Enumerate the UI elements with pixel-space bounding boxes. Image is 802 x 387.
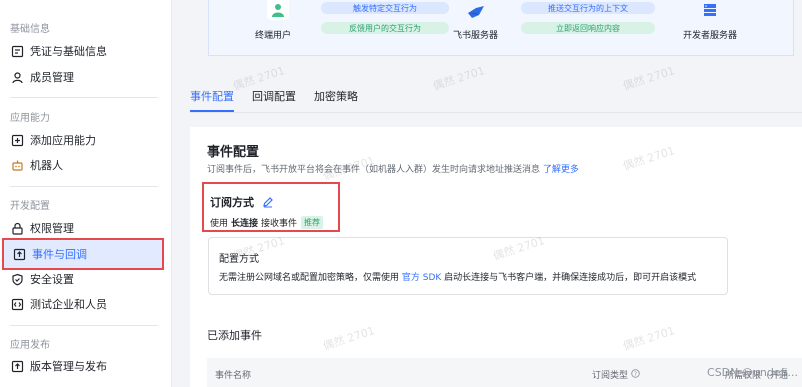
code-icon [10,297,24,311]
arrow-trigger-label: 触发特定交互行为 [321,2,449,14]
sidebar-item-label: 机器人 [30,159,63,172]
section-title-basic: 基础信息 [10,24,50,35]
sub-mode-text: 长连接 [231,219,259,229]
tab-bar: 事件配置 回调配置 加密策略 [190,86,358,112]
arrow-feedback-label: 反馈用户的交互行为 [321,22,449,34]
sidebar-item-credentials[interactable]: 凭证与基础信息 [0,37,172,65]
card-description: 订阅事件后，飞书开放平台将会在事件（如机器人入群）发生时向请求地址推送消息 了解… [207,162,579,175]
watermark: 偶然 2701 [621,64,677,93]
lock-icon [10,221,24,235]
watermark: 偶然 2701 [431,64,487,93]
config-desc-text-1: 无需注册公网域名或配置加密策略，仅需使用 [219,273,400,283]
edit-icon[interactable] [262,193,276,208]
sidebar-item-robot[interactable]: 机器人 [0,151,172,179]
sub-use-text: 使用 [210,219,229,229]
subscription-method-box: 订阅方式 使用 长连接 接收事件 推荐 [202,182,340,232]
learn-more-link[interactable]: 了解更多 [543,165,579,175]
sidebar-item-label: 凭证与基础信息 [30,45,107,58]
feishu-logo-icon [465,2,487,22]
user-icon [10,70,24,84]
sidebar-item-label: 版本管理与发布 [30,360,107,373]
recommended-badge: 推荐 [301,216,324,229]
config-desc-text-2: 启动长连接与飞书客户端，并确保连接成功后，即可开启该模式 [444,273,697,283]
col-event-name: 事件名称 [215,371,252,381]
sidebar-item-label: 添加应用能力 [30,134,96,147]
help-icon[interactable]: ? [631,368,640,381]
section-title-release: 应用发布 [10,340,50,351]
added-events-title: 已添加事件 [207,329,262,342]
csdn-watermark: CSDN @undefi... [707,366,798,379]
divider [10,325,158,326]
card-title: 事件配置 [207,145,260,160]
config-method-title: 配置方式 [219,254,259,265]
col-subscription-type-label: 订阅类型 [592,371,629,381]
diagram-feishu-label: 飞书服务器 [453,31,499,41]
svg-text:?: ? [634,370,637,377]
event-config-card: 事件配置 订阅事件后，飞书开放平台将会在事件（如机器人入群）发生时向请求地址推送… [190,127,802,387]
sidebar-item-test-enterprise[interactable]: 测试企业和人员 [0,290,172,318]
official-sdk-link[interactable]: 官方 SDK [402,273,441,283]
sidebar-item-add-capability[interactable]: 添加应用能力 [0,126,172,154]
sidebar-item-version-release[interactable]: 版本管理与发布 [0,352,172,380]
diagram-user-label: 终端用户 [255,31,292,41]
col-subscription-type: 订阅类型 ? [592,368,640,381]
add-icon [10,133,24,147]
tab-event-config[interactable]: 事件配置 [190,86,234,112]
user-avatar-icon [267,0,289,20]
shield-icon [10,272,24,286]
sidebar-item-label: 测试企业和人员 [30,298,107,311]
divider [10,97,158,98]
main-content: 终端用户 触发特定交互行为 反馈用户的交互行为 飞书服务器 推送交互行为的上下文… [172,0,802,387]
config-method-box: 配置方式 无需注册公网域名或配置加密策略，仅需使用 官方 SDK 启动长连接与飞… [208,237,728,295]
server-icon [699,0,721,20]
upload-icon [10,359,24,373]
config-method-description: 无需注册公网域名或配置加密策略，仅需使用 官方 SDK 启动长连接与飞书客户端，… [219,270,696,283]
tab-encryption-strategy[interactable]: 加密策略 [314,86,358,112]
sidebar-item-label: 事件与回调 [32,248,87,261]
diagram-dev-label: 开发者服务器 [683,31,738,41]
sidebar-item-label: 权限管理 [30,222,74,235]
flow-diagram: 终端用户 触发特定交互行为 反馈用户的交互行为 飞书服务器 推送交互行为的上下文… [208,0,794,56]
tab-callback-config[interactable]: 回调配置 [252,86,296,112]
card-description-text: 订阅事件后，飞书开放平台将会在事件（如机器人入群）发生时向请求地址推送消息 [207,165,541,175]
subscription-title: 订阅方式 [210,196,254,209]
sub-receive-text: 接收事件 [261,219,298,229]
section-title-dev: 开发配置 [10,201,50,212]
arrow-push-context-label: 推送交互行为的上下文 [521,2,655,14]
section-title-capability: 应用能力 [10,113,50,124]
divider [10,186,158,187]
sidebar-item-members[interactable]: 成员管理 [0,63,172,91]
subscription-mode-line: 使用 长连接 接收事件 推荐 [210,216,324,229]
sidebar-item-security[interactable]: 安全设置 [0,265,172,293]
arrow-return-label: 立即返回响应内容 [521,22,655,34]
robot-icon [10,158,24,172]
sidebar-item-label: 安全设置 [30,273,74,286]
tab-divider [190,112,802,113]
credential-icon [10,44,24,58]
sidebar: 基础信息 凭证与基础信息 成员管理 应用能力 添加应用能力 机器人 开发配置 权… [0,0,172,387]
sidebar-item-label: 成员管理 [30,71,74,84]
event-icon [12,247,26,261]
